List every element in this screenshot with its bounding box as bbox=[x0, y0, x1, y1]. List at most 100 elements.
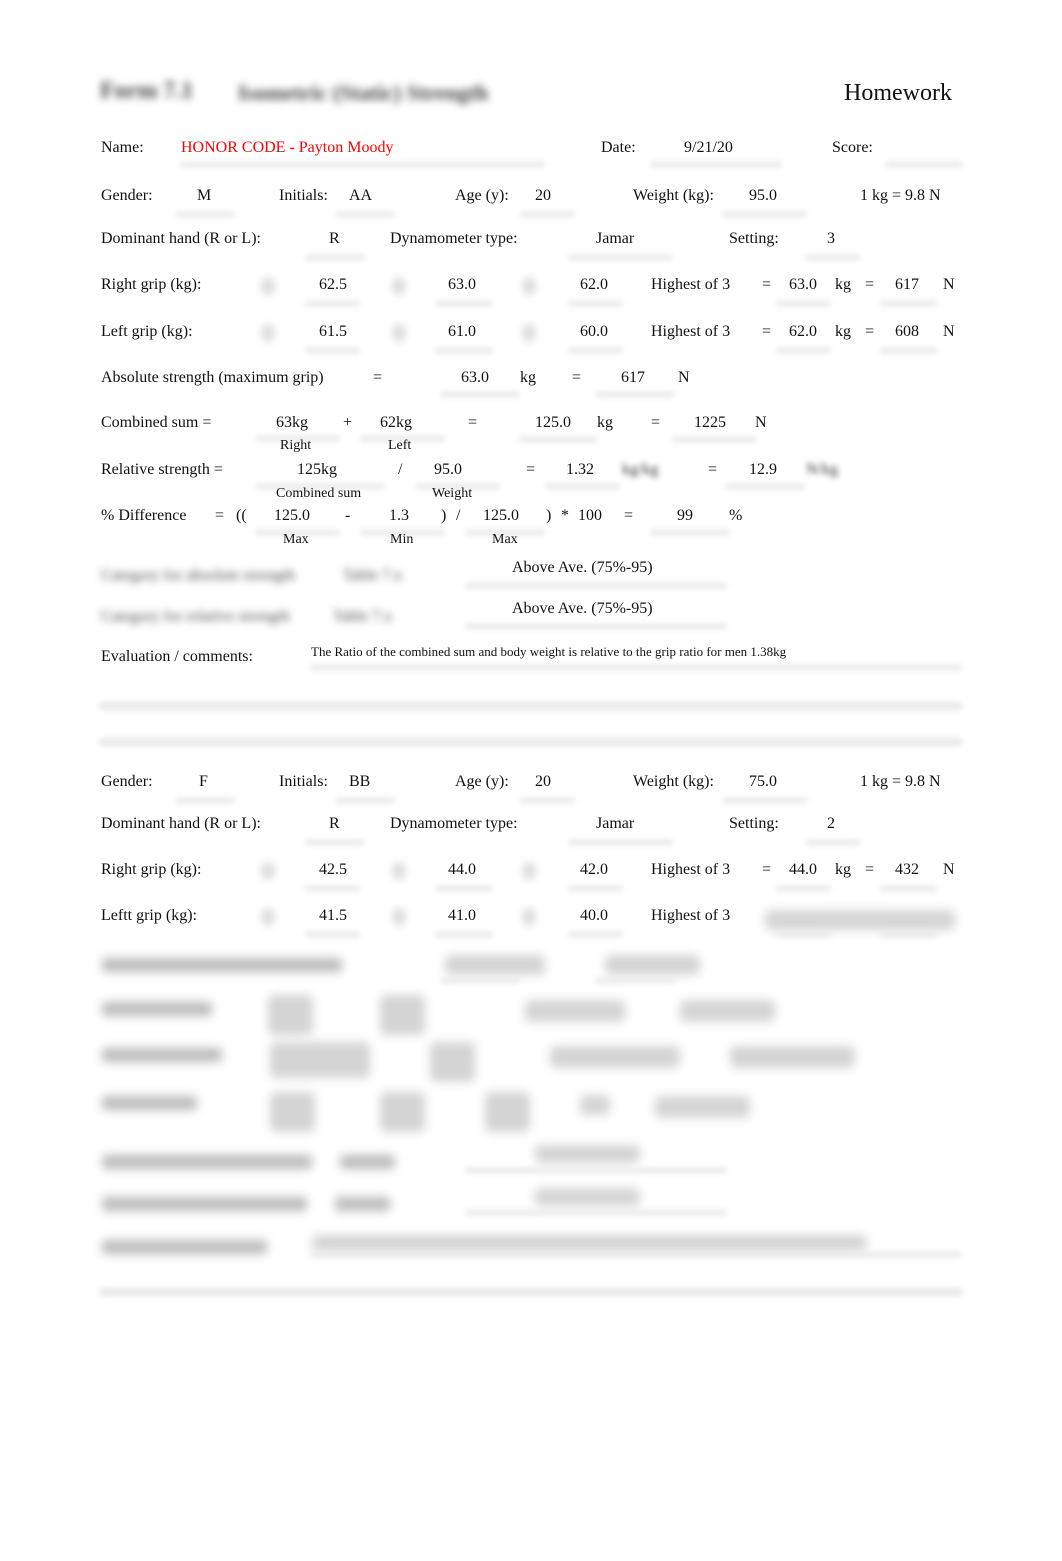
combined-sum-label: Combined sum = bbox=[101, 414, 212, 431]
redacted-evaluation-comment bbox=[312, 1235, 867, 1251]
gender-label: Gender: bbox=[101, 187, 153, 204]
left-best-kg[interactable]: 62.0 bbox=[789, 323, 817, 341]
initials-value[interactable]: AA bbox=[349, 187, 372, 205]
dominant-hand-label: Dominant hand (R or L): bbox=[101, 230, 261, 247]
dynamometer-value[interactable]: Jamar bbox=[596, 815, 634, 833]
right-best-kg[interactable]: 44.0 bbox=[789, 861, 817, 879]
sub-min: Min bbox=[390, 532, 414, 547]
underline bbox=[335, 798, 395, 803]
right-trial-1[interactable]: 62.5 bbox=[319, 276, 347, 294]
combined-kg[interactable]: 125.0 bbox=[535, 414, 571, 432]
unit-kg: kg bbox=[520, 369, 536, 386]
dynamometer-value[interactable]: Jamar bbox=[596, 230, 634, 248]
relative-weight[interactable]: 95.0 bbox=[434, 461, 462, 479]
underline bbox=[518, 437, 598, 442]
underline bbox=[435, 932, 493, 937]
left-trial-2[interactable]: 61.0 bbox=[448, 323, 476, 341]
combined-left[interactable]: 62kg bbox=[380, 414, 412, 432]
redacted-table-ref bbox=[335, 1197, 390, 1211]
unit-kg: kg bbox=[835, 861, 851, 878]
date-value[interactable]: 9/21/20 bbox=[684, 139, 733, 157]
right-best-n[interactable]: 432 bbox=[895, 861, 919, 879]
left-trial-3[interactable]: 40.0 bbox=[580, 907, 608, 925]
dynamometer-label: Dynamometer type: bbox=[390, 815, 518, 832]
name-value[interactable]: HONOR CODE - Payton Moody bbox=[181, 139, 393, 157]
relative-value[interactable]: 1.32 bbox=[566, 461, 594, 479]
right-trial-3[interactable]: 42.0 bbox=[580, 861, 608, 879]
redacted-category-value bbox=[535, 1145, 640, 1163]
equals-sign: = bbox=[526, 461, 536, 478]
right-trial-2[interactable]: 44.0 bbox=[448, 861, 476, 879]
category-relative-value[interactable]: Above Ave. (75%-95) bbox=[512, 600, 653, 618]
underline bbox=[435, 886, 493, 891]
underline bbox=[568, 255, 673, 260]
trial-marker bbox=[392, 908, 406, 926]
age-value[interactable]: 20 bbox=[535, 187, 551, 205]
absolute-kg[interactable]: 63.0 bbox=[461, 369, 489, 387]
diff-max[interactable]: 125.0 bbox=[274, 507, 310, 525]
unit-n: N bbox=[678, 369, 690, 386]
plus-sign: + bbox=[343, 414, 353, 431]
underline bbox=[805, 255, 860, 260]
redacted-value bbox=[580, 1095, 610, 1115]
underline bbox=[440, 392, 520, 397]
sub-max-2: Max bbox=[492, 532, 518, 547]
redacted-value bbox=[430, 1042, 475, 1082]
setting-label: Setting: bbox=[729, 230, 779, 247]
setting-value[interactable]: 3 bbox=[827, 230, 835, 248]
underline bbox=[435, 301, 493, 306]
combined-right[interactable]: 63kg bbox=[276, 414, 308, 432]
category-relative-label: Category for relative strength bbox=[101, 608, 290, 625]
absolute-n[interactable]: 617 bbox=[621, 369, 645, 387]
initials-value[interactable]: BB bbox=[349, 773, 370, 791]
highest-of-3-label: Highest of 3 bbox=[651, 861, 731, 878]
underline bbox=[568, 886, 623, 891]
category-absolute-value[interactable]: Above Ave. (75%-95) bbox=[512, 559, 653, 577]
underline bbox=[335, 212, 395, 217]
right-trial-1[interactable]: 42.5 bbox=[319, 861, 347, 879]
underline bbox=[776, 932, 831, 937]
highest-of-3-label: Highest of 3 bbox=[651, 323, 731, 340]
relative-numerator[interactable]: 125kg bbox=[297, 461, 337, 479]
left-trial-1[interactable]: 41.5 bbox=[319, 907, 347, 925]
weight-value[interactable]: 95.0 bbox=[749, 187, 777, 205]
left-trial-2[interactable]: 41.0 bbox=[448, 907, 476, 925]
right-grip-label: Right grip (kg): bbox=[101, 276, 202, 293]
gender-value[interactable]: M bbox=[197, 187, 211, 205]
underline bbox=[520, 798, 575, 803]
age-value[interactable]: 20 bbox=[535, 773, 551, 791]
evaluation-label: Evaluation / comments: bbox=[101, 648, 253, 665]
setting-value[interactable]: 2 bbox=[827, 815, 835, 833]
redacted-value bbox=[605, 955, 700, 975]
right-best-n[interactable]: 617 bbox=[895, 276, 919, 294]
right-trial-2[interactable]: 63.0 bbox=[448, 276, 476, 294]
underline bbox=[568, 840, 673, 845]
diff-min[interactable]: 1.3 bbox=[389, 507, 409, 525]
redacted-value bbox=[655, 1096, 750, 1118]
initials-label: Initials: bbox=[279, 187, 328, 204]
diff-result[interactable]: 99 bbox=[677, 507, 693, 525]
dominant-hand-value[interactable]: R bbox=[329, 230, 340, 248]
redacted-value bbox=[380, 995, 425, 1035]
gender-value[interactable]: F bbox=[199, 773, 208, 791]
trial-marker bbox=[522, 908, 536, 926]
left-trial-1[interactable]: 61.5 bbox=[319, 323, 347, 341]
evaluation-comment[interactable]: The Ratio of the combined sum and body w… bbox=[311, 644, 786, 660]
weight-value[interactable]: 75.0 bbox=[749, 773, 777, 791]
unit-n: N bbox=[943, 276, 955, 293]
redacted-value bbox=[380, 1092, 425, 1132]
right-trial-3[interactable]: 62.0 bbox=[580, 276, 608, 294]
left-trial-3[interactable]: 60.0 bbox=[580, 323, 608, 341]
right-best-kg[interactable]: 63.0 bbox=[789, 276, 817, 294]
score-underline[interactable] bbox=[885, 162, 963, 167]
left-best-n[interactable]: 608 bbox=[895, 323, 919, 341]
relative-n[interactable]: 12.9 bbox=[749, 461, 777, 479]
weight-label: Weight (kg): bbox=[633, 187, 714, 204]
redacted-value bbox=[445, 955, 545, 975]
diff-max-2[interactable]: 125.0 bbox=[483, 507, 519, 525]
dominant-hand-value[interactable]: R bbox=[329, 815, 340, 833]
divide-sign: / bbox=[456, 507, 461, 524]
trial-marker bbox=[522, 277, 536, 295]
highest-of-3-label: Highest of 3 bbox=[651, 907, 731, 924]
combined-n[interactable]: 1225 bbox=[694, 414, 726, 432]
